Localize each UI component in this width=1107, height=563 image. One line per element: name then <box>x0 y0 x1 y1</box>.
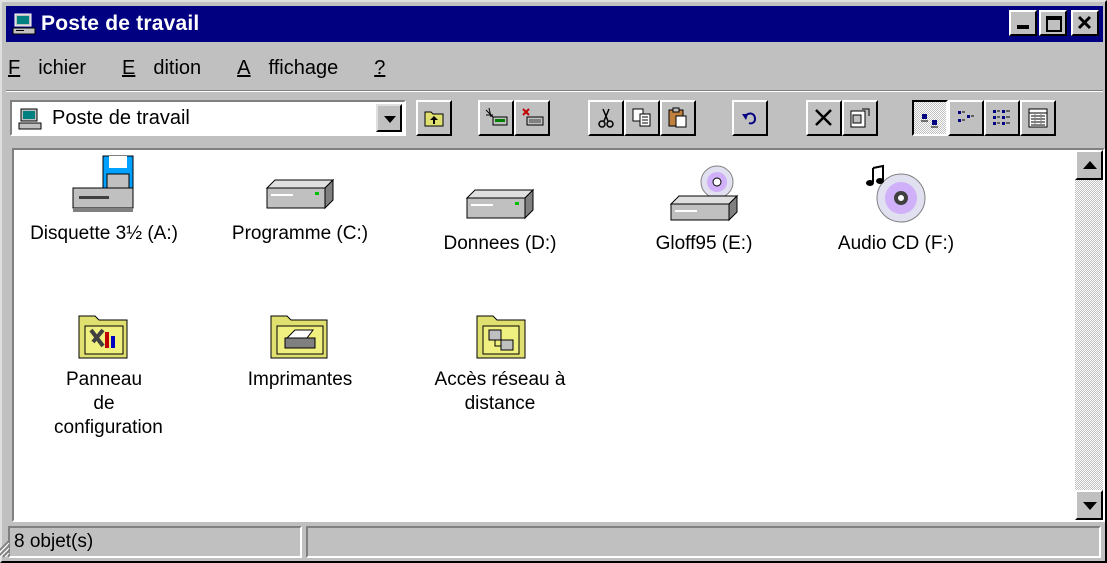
menu-help-label: ? <box>374 56 386 79</box>
menu-edition-label: dition <box>153 56 202 79</box>
printers-label: Imprimantes <box>247 369 353 390</box>
map-drive-icon <box>485 107 508 126</box>
details-icon <box>1028 108 1048 128</box>
menu-fichier[interactable]: Fichier <box>8 57 104 80</box>
menu-affichage[interactable]: Affichage <box>237 57 356 80</box>
drive-c-label: Programme (C:) <box>231 223 369 244</box>
view-small-icons-button[interactable] <box>948 100 984 136</box>
vertical-scrollbar[interactable] <box>1075 150 1103 520</box>
drive-d[interactable]: Donnees (D:) <box>410 164 590 256</box>
dial-up-networking-icon <box>476 315 526 359</box>
address-value: Poste de travail <box>52 107 190 129</box>
close-button[interactable] <box>1071 10 1099 36</box>
status-pane-right <box>306 526 1101 558</box>
toolbar: Poste de travail <box>6 94 1103 144</box>
floppy-drive-icon <box>72 155 134 212</box>
printers[interactable]: Imprimantes <box>210 300 390 392</box>
view-details-button[interactable] <box>1020 100 1056 136</box>
undo-icon <box>742 112 757 125</box>
drive-a[interactable]: Disquette 3½ (A:) <box>14 154 194 246</box>
map-network-drive-button[interactable] <box>478 100 514 136</box>
dial-up-networking[interactable]: Accès réseau à distance <box>410 300 590 416</box>
small-icons-icon <box>958 111 974 122</box>
delete-icon <box>815 109 832 126</box>
my-computer-icon <box>12 13 36 35</box>
maximize-button[interactable] <box>1039 10 1067 36</box>
drive-d-label: Donnees (D:) <box>443 233 557 254</box>
control-panel-label: Panneau de configuration <box>54 369 163 438</box>
menu-separator <box>6 90 1103 92</box>
large-icons-icon <box>921 114 938 128</box>
control-panel[interactable]: Panneau de configuration <box>14 300 194 440</box>
menu-affichage-label: ffichage <box>268 56 339 79</box>
my-computer-icon <box>18 108 42 130</box>
up-one-level-button[interactable] <box>416 100 452 136</box>
scissors-icon <box>598 108 614 128</box>
hard-drive-icon <box>465 188 535 220</box>
disconnect-drive-button[interactable] <box>514 100 550 136</box>
printers-folder-icon <box>270 315 328 359</box>
cd-drive-icon <box>669 165 739 222</box>
paste-icon <box>668 107 687 128</box>
drive-a-label: Disquette 3½ (A:) <box>30 223 178 244</box>
drive-f[interactable]: Audio CD (F:) <box>806 164 986 256</box>
copy-button[interactable] <box>624 100 660 136</box>
view-large-icons-button[interactable] <box>912 100 948 136</box>
drive-c[interactable]: Programme (C:) <box>210 154 390 246</box>
disconnect-drive-icon <box>522 108 544 126</box>
status-count: 8 objet(s) <box>8 526 302 558</box>
menu-edition[interactable]: Edition <box>122 57 219 80</box>
scroll-up-button[interactable] <box>1075 150 1103 180</box>
resize-grip-icon[interactable] <box>0 538 10 558</box>
paste-button[interactable] <box>660 100 696 136</box>
folder-up-icon <box>424 111 444 127</box>
address-combobox[interactable]: Poste de travail <box>10 100 406 136</box>
audio-cd-icon <box>866 164 926 223</box>
file-view: Disquette 3½ (A:) Programme (C:) Donnees… <box>12 148 1105 522</box>
menu-bar: Fichier Edition Affichage ? <box>8 50 421 86</box>
menu-help[interactable]: ? <box>374 57 403 80</box>
menu-fichier-label: ichier <box>38 56 87 79</box>
window: Poste de travail Fichier Edition Afficha… <box>0 0 1107 563</box>
properties-icon <box>850 108 870 128</box>
dial-up-networking-label: Accès réseau à distance <box>434 369 566 414</box>
window-title: Poste de travail <box>41 12 200 35</box>
list-icon <box>993 110 1010 125</box>
copy-icon <box>632 108 651 127</box>
properties-button[interactable] <box>842 100 878 136</box>
dropdown-button[interactable] <box>376 104 402 132</box>
minimize-button[interactable] <box>1009 10 1037 36</box>
drive-e[interactable]: Gloff95 (E:) <box>614 164 794 256</box>
drive-e-label: Gloff95 (E:) <box>655 233 753 254</box>
delete-button[interactable] <box>806 100 842 136</box>
undo-button[interactable] <box>732 100 768 136</box>
cut-button[interactable] <box>588 100 624 136</box>
drive-f-label: Audio CD (F:) <box>837 233 955 254</box>
view-list-button[interactable] <box>984 100 1020 136</box>
title-bar[interactable]: Poste de travail <box>6 6 1103 42</box>
control-panel-icon <box>78 315 128 359</box>
close-icon <box>1077 15 1092 30</box>
hard-drive-icon <box>265 178 335 210</box>
scroll-down-button[interactable] <box>1075 490 1103 520</box>
